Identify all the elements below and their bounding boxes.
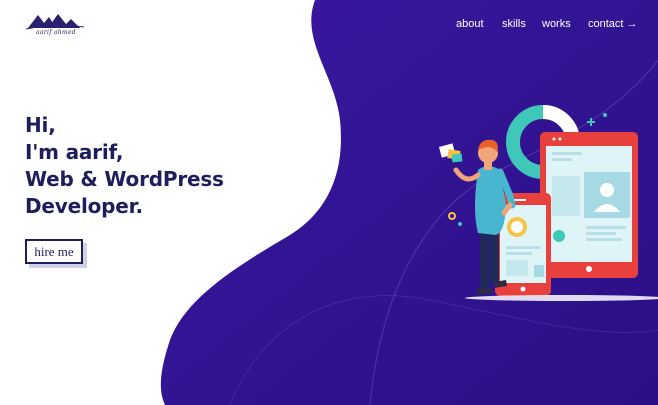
hero-heading: Hi, I'm aarif, Web & WordPress Developer…: [25, 112, 224, 220]
ground-shadow: [465, 295, 658, 301]
hero-line-4: Developer.: [25, 194, 143, 218]
nav-item-contact[interactable]: contact →: [588, 18, 638, 30]
nav-item-skills[interactable]: skills: [502, 18, 526, 30]
nav-item-works[interactable]: works: [542, 18, 571, 30]
hero-line-3: Web & WordPress: [25, 167, 224, 191]
nav-item-about[interactable]: about: [456, 18, 484, 30]
hero-line-2: I'm aarif,: [25, 140, 124, 164]
hero-line-1: Hi,: [25, 113, 56, 137]
tablet-illustration: [540, 132, 638, 278]
logo[interactable]: aarif ahmed: [25, 10, 86, 36]
logo-mountain-icon: [25, 14, 85, 30]
dot-icon: [603, 113, 607, 117]
hire-me-button[interactable]: hire me: [25, 239, 83, 264]
main-nav: about skills works contact →: [440, 18, 650, 34]
logo-text: aarif ahmed: [36, 29, 76, 36]
ring-icon-small: [458, 222, 462, 226]
